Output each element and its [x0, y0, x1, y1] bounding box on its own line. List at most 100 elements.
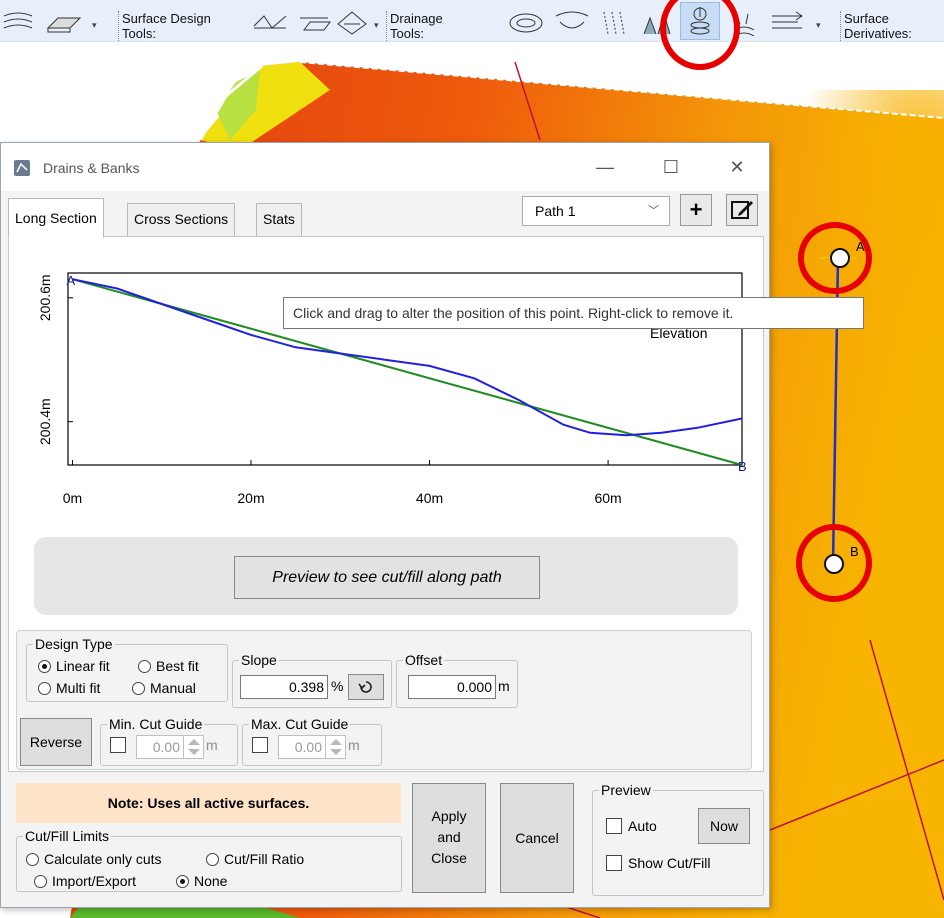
radio-cut-fill-ratio[interactable]: Cut/Fill Ratio — [206, 851, 304, 867]
undo-icon — [358, 681, 372, 693]
radio-label: Best fit — [156, 658, 199, 674]
auto-preview-checkbox[interactable]: Auto — [606, 818, 657, 834]
radio-label: Calculate only cuts — [44, 851, 162, 867]
radio-indicator — [26, 852, 39, 866]
max-cut-spinner[interactable] — [325, 736, 345, 758]
preview-cutfill-button[interactable]: Preview to see cut/fill along path — [234, 556, 540, 599]
ribbon-toolbar: ▾ Surface Design Tools: ▾ Drainage Tools… — [0, 0, 944, 42]
edit-icon — [731, 201, 753, 219]
min-cut-legend: Min. Cut Guide — [109, 716, 203, 732]
chevron-down-icon: ﹀ — [648, 205, 659, 217]
dialog-titlebar[interactable]: Drains & Banks — ☐ ✕ — [1, 143, 769, 191]
apply-and-close-button[interactable]: Apply and Close — [412, 783, 486, 893]
edit-path-button[interactable] — [726, 194, 758, 226]
surface-slab-icon[interactable] — [44, 10, 84, 36]
active-surfaces-note: Note: Uses all active surfaces. — [16, 783, 401, 823]
close-label: Close — [431, 850, 467, 866]
reverse-button[interactable]: Reverse — [20, 718, 92, 766]
surface-derivatives-label: Surface Derivatives: — [840, 11, 940, 41]
drains-banks-app-icon — [14, 160, 30, 176]
max-cut-unit: m — [348, 737, 360, 753]
ribbon-dropdown-icon[interactable]: ▾ — [816, 20, 821, 31]
cancel-button[interactable]: Cancel — [500, 783, 574, 893]
path-select-value: Path 1 — [535, 203, 576, 219]
offset-unit: m — [498, 678, 510, 694]
min-cut-checkbox[interactable] — [110, 737, 126, 753]
auto-label: Auto — [628, 818, 657, 834]
culvert-icon[interactable] — [728, 10, 760, 38]
min-cut-spinner[interactable] — [183, 736, 203, 758]
checkbox-box — [606, 855, 622, 871]
radio-multi-fit[interactable]: Multi fit — [38, 680, 100, 696]
max-cut-legend: Max. Cut Guide — [251, 716, 349, 732]
radio-label: Multi fit — [56, 680, 101, 696]
min-cut-value: 0.00 — [152, 739, 180, 755]
min-cut-input[interactable]: 0.00 — [136, 735, 204, 759]
maximize-button[interactable]: ☐ — [651, 155, 691, 179]
show-cut-fill-label: Show Cut/Fill — [628, 855, 711, 871]
radio-label: None — [194, 873, 228, 889]
show-cut-fill-checkbox[interactable]: Show Cut/Fill — [606, 855, 710, 871]
radio-manual[interactable]: Manual — [132, 680, 196, 696]
preview-legend: Preview — [601, 782, 651, 798]
radio-indicator — [138, 659, 151, 673]
reset-slope-button[interactable] — [348, 674, 384, 700]
add-path-button[interactable]: + — [680, 194, 712, 226]
max-cut-value: 0.00 — [294, 739, 322, 755]
radio-indicator — [132, 681, 145, 695]
max-cut-checkbox[interactable] — [252, 737, 268, 753]
path-point-a[interactable] — [830, 248, 850, 268]
slope-unit: % — [331, 678, 344, 694]
radio-label: Cut/Fill Ratio — [224, 851, 305, 867]
preview-now-button[interactable]: Now — [698, 808, 750, 844]
dialog-title: Drains & Banks — [43, 160, 140, 176]
close-button[interactable]: ✕ — [717, 155, 757, 179]
ribbon-dropdown-icon[interactable]: ▾ — [92, 20, 97, 31]
tab-stats[interactable]: Stats — [256, 203, 302, 237]
path-point-b[interactable] — [824, 554, 844, 574]
plane-design-icon[interactable] — [296, 10, 332, 36]
max-cut-input[interactable]: 0.00 — [278, 735, 346, 759]
drainage-tools-label: Drainage Tools: — [386, 11, 456, 41]
path-select[interactable]: Path 1 ﹀ — [522, 196, 670, 226]
checkbox-box — [606, 818, 622, 834]
surface-design-tools-label: Surface Design Tools: — [118, 11, 238, 41]
min-cut-unit: m — [206, 737, 218, 753]
radio-none[interactable]: None — [176, 873, 227, 889]
contour-icon[interactable] — [2, 10, 36, 36]
offset-legend: Offset — [405, 652, 443, 668]
apply-label: Apply — [431, 808, 467, 824]
radio-indicator — [34, 874, 47, 888]
tab-long-section[interactable]: Long Section — [8, 198, 104, 238]
ribbon-dropdown-icon[interactable]: ▾ — [374, 20, 379, 31]
design-type-legend: Design Type — [35, 636, 113, 652]
radio-best-fit[interactable]: Best fit — [138, 658, 199, 674]
drains-banks-tool-button[interactable] — [680, 2, 720, 40]
bank-design-icon[interactable] — [334, 10, 370, 36]
radio-import-export[interactable]: Import/Export — [34, 873, 136, 889]
radio-indicator — [38, 681, 51, 695]
point-a-label: A — [856, 239, 865, 254]
line-design-icon[interactable] — [252, 10, 288, 36]
ponding-icon[interactable] — [640, 10, 676, 36]
radio-indicator — [38, 659, 51, 673]
tab-cross-sections[interactable]: Cross Sections — [127, 203, 236, 237]
slope-legend: Slope — [241, 652, 277, 668]
point-b-label: B — [850, 544, 859, 559]
radio-linear-fit[interactable]: Linear fit — [38, 658, 110, 674]
slope-input[interactable]: 0.398 — [240, 675, 328, 699]
minimize-button[interactable]: — — [585, 155, 625, 179]
radio-label: Linear fit — [56, 658, 110, 674]
radio-calculate-only-cuts[interactable]: Calculate only cuts — [26, 851, 162, 867]
cut-fill-legend: Cut/Fill Limits — [25, 828, 110, 844]
flow-paths-icon[interactable] — [598, 10, 634, 36]
surface-derivative-icon[interactable] — [768, 10, 808, 36]
radio-label: Manual — [150, 680, 196, 696]
and-label: and — [437, 829, 461, 845]
offset-input[interactable]: 0.000 — [408, 675, 496, 699]
point-tooltip: Click and drag to alter the position of … — [283, 297, 864, 329]
catchment-icon[interactable] — [552, 10, 592, 36]
drainage-flow-icon[interactable] — [506, 10, 546, 36]
radio-indicator — [206, 852, 219, 866]
drains-banks-icon — [690, 7, 710, 35]
